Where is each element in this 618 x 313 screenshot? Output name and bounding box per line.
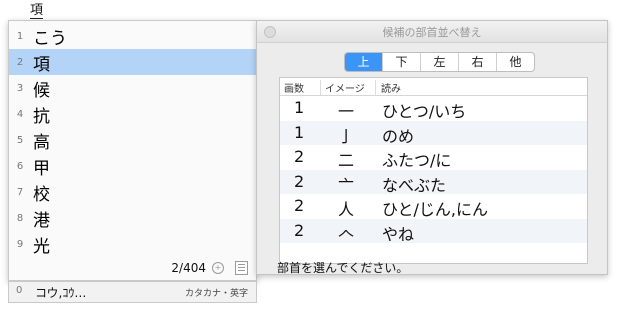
candidate-number: 9 <box>16 238 24 250</box>
stroke-count-cell: 2 <box>294 147 305 166</box>
table-row[interactable]: 2 𠆢 やね <box>280 218 587 244</box>
radical-image-cell: 𠆢 <box>338 224 355 244</box>
column-header-strokes[interactable]: 画数 <box>284 80 321 95</box>
segment-button[interactable]: 他 <box>496 53 534 71</box>
candidate-number: 2 <box>16 56 24 68</box>
candidate-footer: 2/404 + <box>9 259 256 277</box>
candidate-text: こう <box>33 28 67 49</box>
table-row[interactable]: 1 亅 のめ <box>280 120 587 146</box>
radical-image-cell: 一 <box>338 102 355 121</box>
stroke-count-cell: 2 <box>294 196 305 215</box>
candidate-item[interactable]: 9光 <box>9 231 256 257</box>
mode-bar-number: 0 <box>16 285 23 296</box>
stroke-count-cell: 2 <box>294 220 305 240</box>
radical-reading-cell: のめ <box>382 126 415 146</box>
radical-reading-cell: ひとつ/いち <box>382 102 467 121</box>
stroke-count-cell: 1 <box>294 98 305 117</box>
candidate-text: 港 <box>33 210 50 231</box>
radical-image-cell: 人 <box>338 200 355 219</box>
radical-reading-cell: ひと/じん,にん <box>382 200 488 219</box>
candidate-text: 項 <box>33 54 50 75</box>
candidate-item[interactable]: 6甲 <box>9 153 256 179</box>
candidate-number: 1 <box>16 30 24 42</box>
zoom-in-icon[interactable]: + <box>212 262 224 274</box>
radical-image-cell: 亠 <box>338 175 355 195</box>
candidate-text: 校 <box>33 184 50 205</box>
title-bar: 候補の部首並べ替え <box>257 21 607 43</box>
table-row[interactable]: 2 二 ふたつ/に <box>280 145 587 170</box>
candidate-item[interactable]: 3候 <box>9 75 256 101</box>
candidate-window: 1 こう 2 項 3 候 4 抗 5 高 6 甲 7 校 8 港 9 光 2/404 + <box>8 20 257 281</box>
segment-button[interactable]: 左 <box>420 53 458 71</box>
radical-table[interactable]: 画数 イメージ 読み 1 一 ひとつ/いち 1 亅 のめ 2 二 ふたつ/に 2 亠 なべぶた 2 人 ひと… <box>279 77 588 264</box>
list-icon[interactable] <box>235 261 248 275</box>
candidate-number: 3 <box>16 82 24 94</box>
column-header-image[interactable]: イメージ <box>325 80 376 95</box>
radical-reading-cell: やね <box>382 224 415 244</box>
candidate-text: 甲 <box>33 158 50 179</box>
candidate-number: 5 <box>16 134 24 146</box>
candidate-number: 7 <box>16 186 24 198</box>
candidate-item[interactable]: 4抗 <box>9 101 256 127</box>
reading-text: コウ,ｺｳ… <box>35 286 87 300</box>
preedit-text: 項 <box>30 3 44 19</box>
candidate-item[interactable]: 8港 <box>9 205 256 231</box>
radical-image-cell: 亅 <box>338 126 355 146</box>
candidate-text: 光 <box>33 236 50 257</box>
stroke-count-cell: 1 <box>294 122 305 142</box>
input-mode-label: カタカナ・英字 <box>184 289 248 299</box>
candidate-text: 候 <box>33 80 50 101</box>
candidate-text: 高 <box>33 132 50 153</box>
segment-button[interactable]: 右 <box>458 53 496 71</box>
candidate-number: 6 <box>16 160 24 172</box>
candidate-item[interactable]: 2項 <box>9 49 256 75</box>
input-mode-bar: 0 コウ,ｺｳ… カタカナ・英字 <box>8 281 257 303</box>
table-row[interactable]: 2 亠 なべぶた <box>280 169 587 195</box>
radical-position-segmented-control: 上下左右他 <box>344 52 535 72</box>
table-row[interactable]: 2 人 ひと/じん,にん <box>280 194 587 219</box>
radical-reading-cell: なべぶた <box>382 175 447 195</box>
candidate-count: 2/404 <box>171 261 206 275</box>
candidate-number: 8 <box>16 212 24 224</box>
table-row[interactable]: 1 一 ひとつ/いち <box>280 96 587 121</box>
stroke-count-cell: 2 <box>294 171 305 191</box>
candidate-number: 4 <box>16 108 24 120</box>
segment-button[interactable]: 上 <box>345 53 382 71</box>
candidate-item[interactable]: 1 こう <box>9 23 256 49</box>
radical-reading-cell: ふたつ/に <box>382 151 452 170</box>
window-title: 候補の部首並べ替え <box>382 26 482 39</box>
candidate-text: 抗 <box>33 106 50 127</box>
candidate-item[interactable]: 7校 <box>9 179 256 205</box>
segment-button[interactable]: 下 <box>382 53 420 71</box>
radical-image-cell: 二 <box>338 151 355 170</box>
candidate-item[interactable]: 5高 <box>9 127 256 153</box>
table-header: 画数 イメージ 読み <box>280 78 587 96</box>
status-message: 部首を選んでください。 <box>277 261 409 275</box>
column-header-reading[interactable]: 読み <box>381 80 401 95</box>
radical-sort-panel: 候補の部首並べ替え 上下左右他 画数 イメージ 読み 1 一ひとつ/いち 1 亅のめ 2… <box>256 20 608 275</box>
